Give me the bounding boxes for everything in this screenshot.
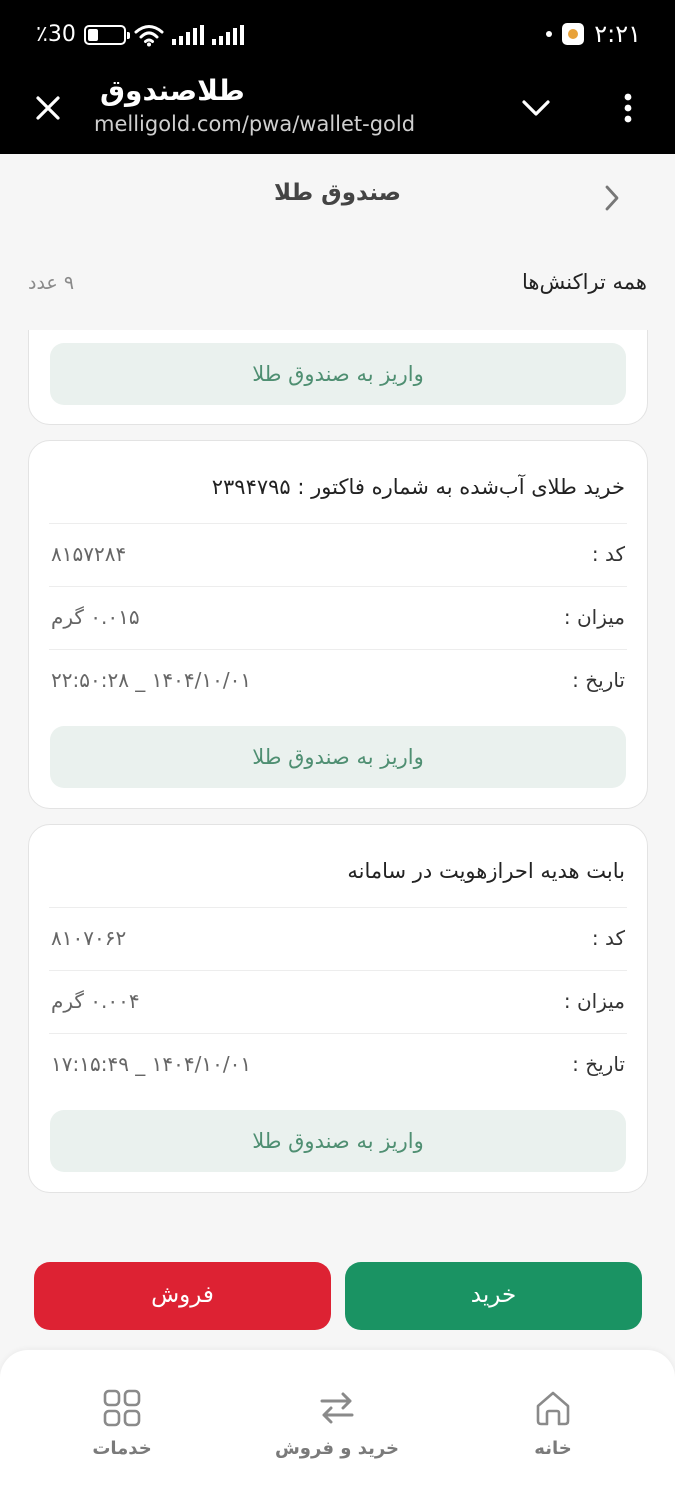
grid-icon bbox=[103, 1389, 141, 1427]
sell-button[interactable]: فروش bbox=[34, 1262, 331, 1330]
transaction-title: بابت هدیه احرازهویت در سامانه bbox=[347, 859, 625, 883]
back-button[interactable] bbox=[596, 182, 628, 214]
chevron-right-icon bbox=[605, 185, 619, 211]
deposit-button[interactable]: واریز به صندوق طلا bbox=[50, 726, 626, 788]
transaction-title: خرید طلای آب‌شده به شماره فاکتور : ۲۳۹۴۷… bbox=[211, 475, 625, 499]
transactions-list[interactable]: واریز به صندوق طلا خرید طلای آب‌شده به ش… bbox=[0, 330, 675, 1210]
browser-toolbar: طلاصندوق melligold.com/pwa/wallet-gold bbox=[0, 74, 675, 154]
nav-label-home: خانه bbox=[534, 1438, 572, 1459]
transaction-count: ۹ عدد bbox=[28, 272, 75, 294]
code-label: کد : bbox=[591, 542, 625, 566]
bottom-navigation: خدمات خرید و فروش خانه bbox=[0, 1350, 675, 1500]
signal-icon bbox=[171, 24, 204, 45]
clock: ۲:۲۱ bbox=[594, 20, 641, 48]
status-left: ٪30 bbox=[36, 22, 244, 47]
date-row: تاریخ : ۱۴۰۴/۱۰/۰۱ _ ۲۲:۵۰:۲۸ bbox=[49, 649, 627, 712]
amount-row: میزان : ۰.۰۱۵ گرم bbox=[49, 586, 627, 649]
date-label: تاریخ : bbox=[572, 1052, 625, 1076]
close-icon bbox=[36, 96, 60, 120]
swap-arrows-icon bbox=[320, 1392, 354, 1424]
amount-value: ۰.۰۱۵ گرم bbox=[51, 605, 140, 629]
code-row: کد : ۸۱۰۷۰۶۲ bbox=[49, 907, 627, 970]
date-row: تاریخ : ۱۴۰۴/۱۰/۰۱ _ ۱۷:۱۵:۴۹ bbox=[49, 1033, 627, 1096]
buy-button[interactable]: خرید bbox=[345, 1262, 642, 1330]
app-notification-icon bbox=[562, 23, 585, 45]
transaction-card: خرید طلای آب‌شده به شماره فاکتور : ۲۳۹۴۷… bbox=[28, 440, 648, 809]
nav-label-buy-sell: خرید و فروش bbox=[274, 1438, 400, 1459]
home-icon bbox=[536, 1391, 570, 1426]
transaction-card: بابت هدیه احرازهویت در سامانه کد : ۸۱۰۷۰… bbox=[28, 824, 648, 1193]
code-row: کد : ۸۱۵۷۲۸۴ bbox=[49, 523, 627, 586]
battery-fill bbox=[87, 28, 98, 41]
nav-label-services: خدمات bbox=[92, 1438, 152, 1459]
status-bar: ٪30 ۲:۲۱ bbox=[0, 0, 675, 74]
date-value: ۱۴۰۴/۱۰/۰۱ _ ۲۲:۵۰:۲۸ bbox=[51, 668, 252, 692]
section-title: همه تراکنش‌ها bbox=[522, 270, 647, 294]
browser-page-title: طلاصندوق bbox=[100, 74, 245, 107]
amount-row: میزان : ۰.۰۰۴ گرم bbox=[49, 970, 627, 1033]
more-menu-button[interactable] bbox=[612, 88, 644, 128]
deposit-button[interactable]: واریز به صندوق طلا bbox=[50, 1110, 626, 1172]
nav-item-buy-sell[interactable]: خرید و فروش bbox=[267, 1388, 407, 1459]
transaction-card: واریز به صندوق طلا bbox=[28, 330, 648, 425]
notification-dot-icon bbox=[546, 31, 553, 37]
code-label: کد : bbox=[591, 926, 625, 950]
code-value: ۸۱۰۷۰۶۲ bbox=[51, 926, 127, 950]
signal-icon-2 bbox=[211, 24, 244, 45]
page-title: صندوق طلا bbox=[274, 180, 401, 206]
amount-label: میزان : bbox=[563, 605, 625, 629]
close-button[interactable] bbox=[28, 88, 68, 128]
expand-button[interactable] bbox=[516, 92, 556, 124]
app-header: صندوق طلا bbox=[0, 154, 675, 240]
status-right: ۲:۲۱ bbox=[546, 20, 641, 48]
amount-label: میزان : bbox=[563, 989, 625, 1013]
date-value: ۱۴۰۴/۱۰/۰۱ _ ۱۷:۱۵:۴۹ bbox=[51, 1052, 252, 1076]
browser-url[interactable]: melligold.com/pwa/wallet-gold bbox=[94, 112, 415, 136]
amount-value: ۰.۰۰۴ گرم bbox=[51, 989, 140, 1013]
chevron-down-icon bbox=[522, 100, 550, 116]
nav-item-services[interactable]: خدمات bbox=[52, 1388, 192, 1459]
wifi-icon bbox=[134, 24, 164, 46]
date-label: تاریخ : bbox=[572, 668, 625, 692]
battery-icon bbox=[83, 24, 130, 45]
deposit-button[interactable]: واریز به صندوق طلا bbox=[50, 343, 626, 405]
battery-percent: ٪30 bbox=[36, 22, 76, 47]
code-value: ۸۱۵۷۲۸۴ bbox=[51, 542, 127, 566]
more-vertical-icon bbox=[624, 93, 632, 123]
nav-item-home[interactable]: خانه bbox=[483, 1388, 623, 1459]
